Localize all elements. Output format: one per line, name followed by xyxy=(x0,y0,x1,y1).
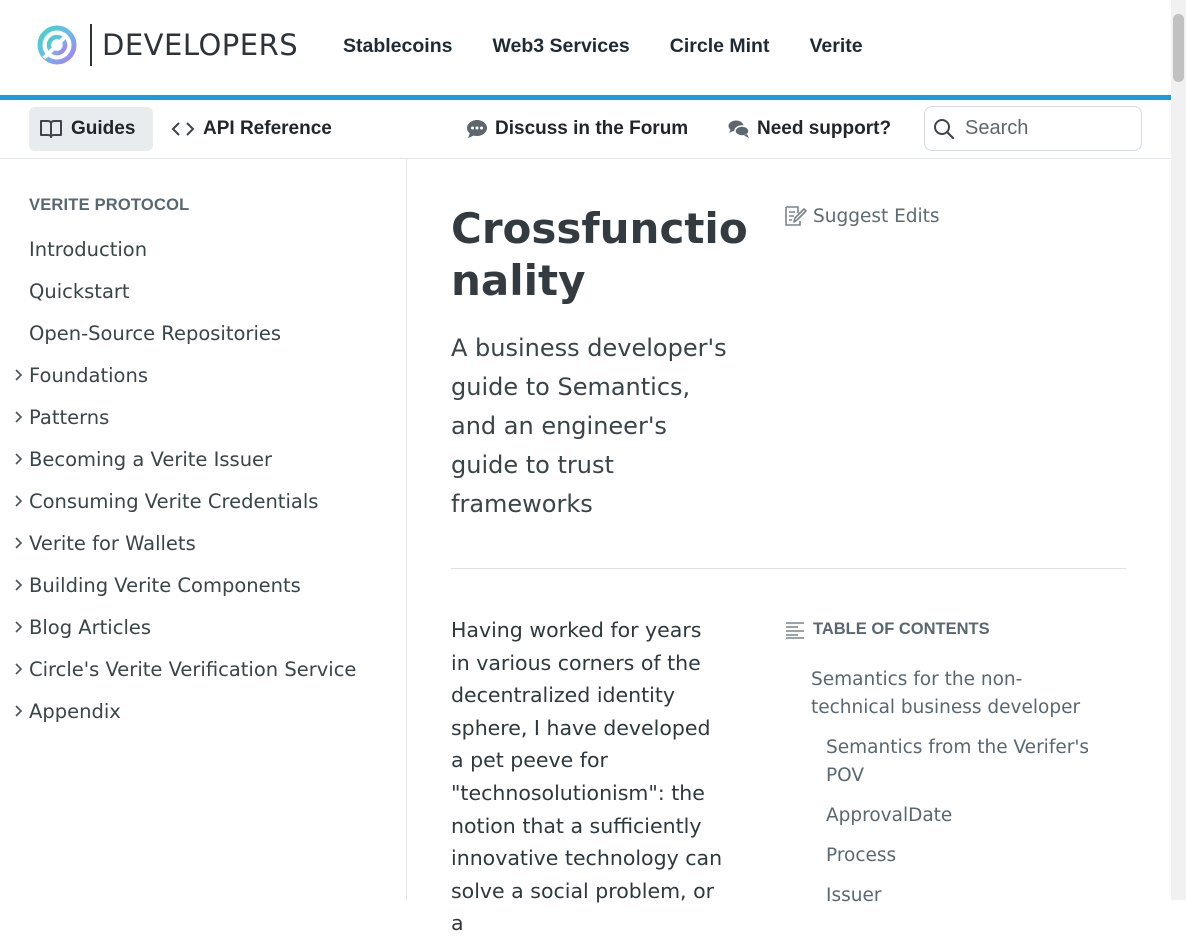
toc-heading: TABLE OF CONTENTS xyxy=(785,620,990,639)
code-icon xyxy=(171,122,195,136)
sidebar-item[interactable]: Foundations xyxy=(0,354,406,396)
chevron-right-icon[interactable] xyxy=(13,452,23,466)
sidebar-item-label: Foundations xyxy=(29,363,149,387)
sidebar-item[interactable]: Patterns xyxy=(0,396,406,438)
chevron-right-icon[interactable] xyxy=(13,494,23,508)
chevron-right-icon[interactable] xyxy=(13,410,23,424)
search-icon xyxy=(934,118,955,139)
toc-item[interactable]: Semantics from the Verifer's POV xyxy=(826,734,1096,790)
page-scrollbar[interactable] xyxy=(1171,0,1186,900)
sidebar-item[interactable]: Building Verite Components xyxy=(0,564,406,606)
list-lines-icon xyxy=(786,621,804,639)
logo-divider xyxy=(90,24,92,66)
comments-icon xyxy=(728,120,750,138)
table-of-contents: Semantics for the non-technical business… xyxy=(811,666,1111,922)
tab-api-reference-label: API Reference xyxy=(203,118,332,139)
nav-verite[interactable]: Verite xyxy=(809,35,862,58)
suggest-edits-button[interactable]: Suggest Edits xyxy=(783,204,940,228)
chevron-right-icon[interactable] xyxy=(13,704,23,718)
sidebar-item[interactable]: Appendix xyxy=(0,690,406,732)
scrollbar-thumb[interactable] xyxy=(1173,14,1184,82)
page-subtitle: A business developer's guide to Semantic… xyxy=(451,334,727,518)
nav-circle-mint[interactable]: Circle Mint xyxy=(670,35,770,58)
sidebar-item-label: Open-Source Repositories xyxy=(29,321,282,345)
sidebar-item[interactable]: Consuming Verite Credentials xyxy=(0,480,406,522)
support-link-label: Need support? xyxy=(757,118,892,139)
sidebar: VERITE PROTOCOL Introduction Quickstart Op… xyxy=(0,159,407,900)
forum-link[interactable]: Discuss in the Forum xyxy=(466,107,688,151)
sidebar-item-label: Quickstart xyxy=(29,279,130,303)
sidebar-item[interactable]: Verite for Wallets xyxy=(0,522,406,564)
book-icon xyxy=(40,120,62,138)
content-divider xyxy=(451,568,1126,569)
sub-header: Guides API Reference Discuss in the Foru… xyxy=(0,100,1171,159)
toc-heading-label: TABLE OF CONTENTS xyxy=(813,620,990,638)
support-link[interactable]: Need support? xyxy=(728,107,891,151)
toc-item[interactable]: Semantics for the non-technical business… xyxy=(811,666,1101,722)
sidebar-heading: VERITE PROTOCOL xyxy=(29,196,190,214)
sidebar-item-label: Verite for Wallets xyxy=(29,531,196,555)
sidebar-item[interactable]: Blog Articles xyxy=(0,606,406,648)
tab-guides[interactable]: Guides xyxy=(29,107,153,151)
sidebar-item[interactable]: Quickstart xyxy=(0,270,406,312)
sidebar-item-label: Building Verite Components xyxy=(29,573,301,597)
edit-document-icon xyxy=(785,206,807,226)
sidebar-item-label: Blog Articles xyxy=(29,615,152,639)
sidebar-item-label: Becoming a Verite Issuer xyxy=(29,447,273,471)
page-title: Crossfunctionality xyxy=(451,204,748,305)
nav-stablecoins[interactable]: Stablecoins xyxy=(343,35,452,58)
toc-item[interactable]: Process xyxy=(826,842,1096,870)
circle-logo-icon xyxy=(37,25,77,65)
developers-logo[interactable]: DEVELOPERS xyxy=(36,22,298,68)
chevron-right-icon[interactable] xyxy=(13,578,23,592)
chevron-right-icon[interactable] xyxy=(13,620,23,634)
sidebar-item-label: Patterns xyxy=(29,405,110,429)
forum-link-label: Discuss in the Forum xyxy=(495,118,689,139)
sidebar-item-label: Circle's Verite Verification Service xyxy=(29,657,357,681)
tab-guides-label: Guides xyxy=(71,118,136,139)
chevron-right-icon[interactable] xyxy=(13,536,23,550)
chevron-right-icon[interactable] xyxy=(13,662,23,676)
search-box[interactable] xyxy=(924,106,1142,151)
nav-web3-services[interactable]: Web3 Services xyxy=(492,35,629,58)
sidebar-item[interactable]: Circle's Verite Verification Service xyxy=(0,648,406,690)
top-nav: Stablecoins Web3 Services Circle Mint Ve… xyxy=(343,35,863,58)
sidebar-nav: Introduction Quickstart Open-Source Reposi… xyxy=(0,228,406,732)
sidebar-item[interactable]: Open-Source Repositories xyxy=(0,312,406,354)
sidebar-item-label: Introduction xyxy=(29,237,148,261)
sidebar-item-label: Consuming Verite Credentials xyxy=(29,489,319,513)
chat-bubble-icon xyxy=(467,120,487,138)
suggest-edits-label: Suggest Edits xyxy=(813,205,940,227)
sidebar-item[interactable]: Becoming a Verite Issuer xyxy=(0,438,406,480)
tab-api-reference[interactable]: API Reference xyxy=(171,107,332,151)
top-header: DEVELOPERS Stablecoins Web3 Services Cir… xyxy=(0,0,1171,95)
sidebar-item-label: Appendix xyxy=(29,699,121,723)
main-content: Crossfunctionality A business developer'… xyxy=(407,159,1171,935)
toc-item[interactable]: Issuer xyxy=(826,882,1096,910)
article-body: Having worked for years in various corne… xyxy=(451,618,723,936)
sidebar-item[interactable]: Introduction xyxy=(0,228,406,270)
chevron-right-icon[interactable] xyxy=(13,368,23,382)
toc-item[interactable]: ApprovalDate xyxy=(826,802,1096,830)
search-input[interactable] xyxy=(963,116,1127,141)
logo-text: DEVELOPERS xyxy=(102,28,299,62)
